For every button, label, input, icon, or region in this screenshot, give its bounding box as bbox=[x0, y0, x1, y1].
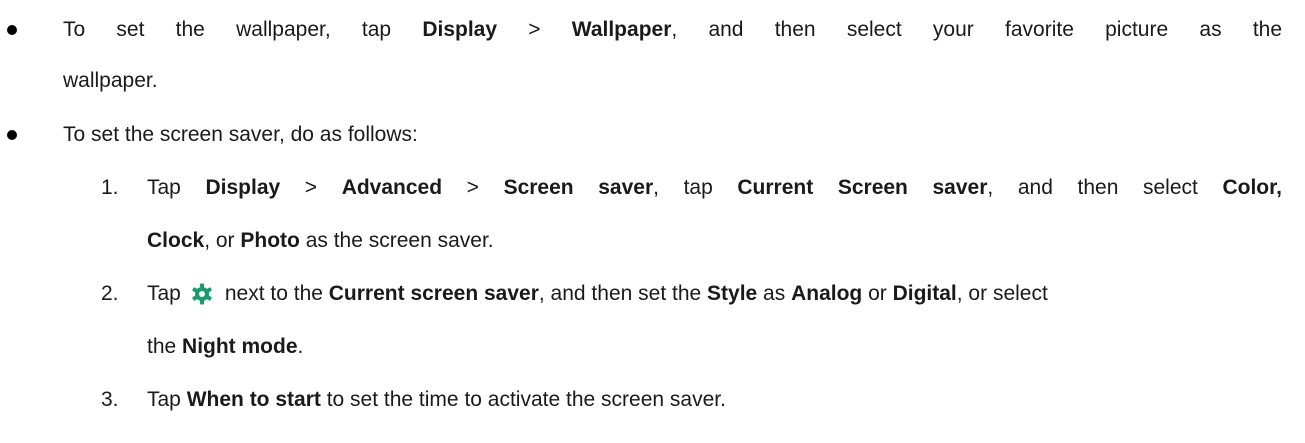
step-1-line-1: Tap Display > Advanced > Screen saver, t… bbox=[147, 176, 1282, 199]
step-2-line-2: the Night mode. bbox=[147, 335, 304, 358]
gear-icon bbox=[191, 283, 213, 305]
step-number: 1. bbox=[101, 176, 119, 199]
wallpaper-instruction-line-2: wallpaper. bbox=[63, 69, 158, 92]
step-1-line-2: Clock, or Photo as the screen saver. bbox=[147, 229, 494, 252]
step-3-line-1: Tap When to start to set the time to act… bbox=[147, 388, 726, 411]
step-number: 2. bbox=[101, 282, 119, 305]
menu-wallpaper: Wallpaper bbox=[571, 18, 672, 41]
wallpaper-instruction-line-1: To set the wallpaper, tap Display > Wall… bbox=[63, 18, 1283, 41]
step-2-line-1: Tap next to the Current screen saver, an… bbox=[147, 282, 1048, 305]
bullet-marker bbox=[7, 130, 17, 140]
bullet-marker bbox=[7, 25, 17, 35]
screensaver-intro: To set the screen saver, do as follows: bbox=[63, 123, 418, 146]
menu-display: Display bbox=[422, 18, 498, 41]
step-number: 3. bbox=[101, 388, 119, 411]
